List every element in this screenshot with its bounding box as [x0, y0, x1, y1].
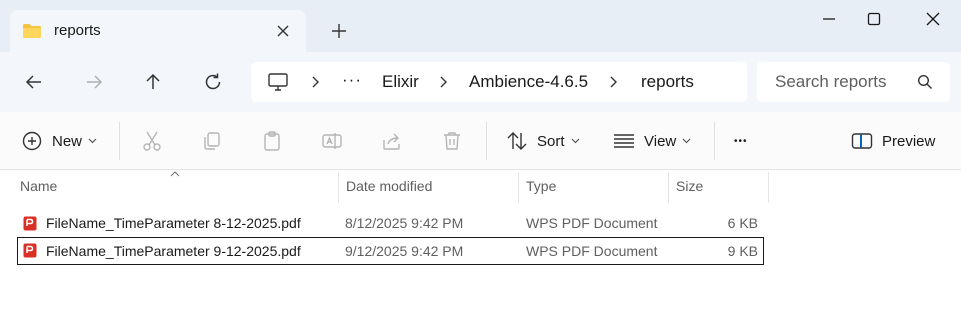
column-header-name[interactable]: Name: [12, 170, 338, 203]
file-row[interactable]: FileName_TimeParameter 8-12-2025.pdf 8/1…: [17, 210, 764, 238]
folder-icon: [23, 24, 41, 38]
toolbar-divider: [486, 122, 487, 160]
new-tab-icon[interactable]: [328, 20, 350, 42]
preview-pane-icon: [851, 133, 873, 149]
column-divider[interactable]: [768, 172, 769, 203]
maximize-icon[interactable]: [863, 8, 885, 30]
paste-icon: [264, 131, 280, 151]
copy-icon: [204, 132, 220, 150]
column-header-date[interactable]: Date modified: [338, 170, 518, 203]
close-tab-icon[interactable]: [274, 22, 292, 40]
new-button[interactable]: New: [20, 112, 97, 170]
command-bar: New Sort View ••• Preview: [0, 112, 961, 170]
copy-button[interactable]: [200, 112, 224, 170]
breadcrumb-reports[interactable]: reports: [641, 72, 694, 92]
sort-button[interactable]: Sort: [505, 112, 580, 170]
breadcrumb-overflow[interactable]: ···: [342, 70, 362, 90]
file-size: 6 KB: [727, 215, 758, 231]
tab-reports[interactable]: reports: [10, 10, 306, 52]
navigation-bar: ··· Elixir Ambience-4.6.5 reports Search…: [0, 52, 961, 112]
chevron-down-icon: [88, 138, 97, 144]
view-list-icon: [614, 134, 634, 148]
file-date: 8/12/2025 9:42 PM: [345, 215, 464, 231]
file-row-selected[interactable]: FileName_TimeParameter 9-12-2025.pdf 9/1…: [17, 237, 764, 265]
close-window-icon[interactable]: [922, 8, 944, 30]
preview-button[interactable]: Preview: [850, 112, 935, 170]
minimize-icon[interactable]: [818, 8, 840, 30]
column-header-size[interactable]: Size: [668, 170, 768, 203]
add-circle-icon: [22, 131, 42, 151]
trash-icon: [444, 132, 460, 150]
chevron-down-icon: [682, 138, 691, 144]
toolbar-divider: [119, 122, 120, 160]
rename-icon: [322, 133, 342, 149]
file-name[interactable]: FileName_TimeParameter 9-12-2025.pdf: [46, 238, 301, 264]
file-type: WPS PDF Document: [526, 215, 658, 231]
search-input[interactable]: Search reports: [775, 72, 887, 92]
chevron-down-icon: [571, 138, 579, 144]
computer-icon[interactable]: [267, 72, 289, 92]
back-arrow-icon[interactable]: [22, 70, 46, 94]
title-bar: reports: [0, 0, 961, 52]
rename-button[interactable]: [320, 112, 344, 170]
chevron-right-icon[interactable]: [437, 75, 449, 89]
new-label: New: [52, 132, 83, 150]
up-arrow-icon[interactable]: [141, 70, 165, 94]
search-icon[interactable]: [917, 74, 933, 90]
search-box[interactable]: Search reports: [757, 62, 950, 102]
preview-label: Preview: [882, 132, 936, 150]
see-more-button[interactable]: •••: [734, 112, 748, 170]
file-size: 9 KB: [727, 243, 758, 259]
paste-button[interactable]: [260, 112, 284, 170]
column-header-type[interactable]: Type: [518, 170, 668, 203]
delete-button[interactable]: [440, 112, 464, 170]
forward-arrow-icon[interactable]: [82, 70, 106, 94]
pdf-file-icon: [23, 243, 37, 258]
column-headers: Name Date modified Type Size: [0, 170, 961, 203]
file-name[interactable]: FileName_TimeParameter 8-12-2025.pdf: [46, 210, 301, 236]
file-date: 9/12/2025 9:42 PM: [345, 243, 464, 259]
chevron-right-icon[interactable]: [607, 75, 619, 89]
sort-icon: [507, 132, 527, 150]
tab-title: reports: [54, 22, 101, 39]
file-type: WPS PDF Document: [526, 243, 658, 259]
breadcrumb-ambience[interactable]: Ambience-4.6.5: [469, 72, 588, 92]
breadcrumb-elixir[interactable]: Elixir: [382, 72, 419, 92]
view-button[interactable]: View: [612, 112, 691, 170]
sort-label: Sort: [537, 132, 565, 150]
pdf-file-icon: [23, 216, 37, 231]
chevron-right-icon[interactable]: [309, 75, 321, 89]
view-label: View: [644, 132, 677, 150]
share-icon: [383, 133, 400, 150]
refresh-icon[interactable]: [201, 70, 225, 94]
share-button[interactable]: [380, 112, 404, 170]
more-options-icon: •••: [734, 135, 748, 147]
cut-icon: [143, 131, 161, 151]
address-bar[interactable]: ··· Elixir Ambience-4.6.5 reports: [251, 62, 747, 102]
toolbar-divider: [714, 122, 715, 160]
cut-button[interactable]: [140, 112, 164, 170]
